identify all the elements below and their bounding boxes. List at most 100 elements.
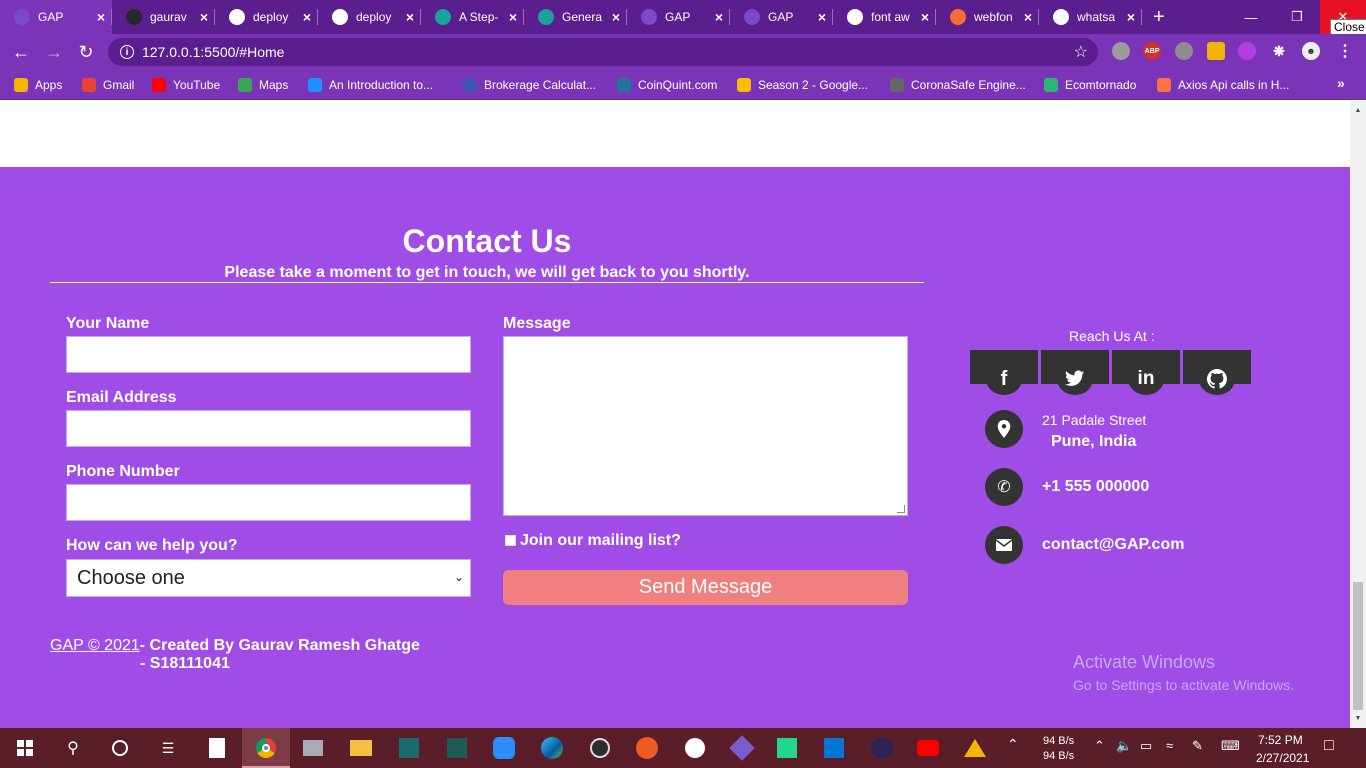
resize-handle-icon[interactable] xyxy=(897,505,905,513)
scrollbar-thumb[interactable] xyxy=(1353,582,1363,710)
bookmark-item[interactable]: Apps xyxy=(14,77,62,93)
task-view-icon[interactable]: ☰ xyxy=(157,737,179,759)
keyboard-icon[interactable]: ⌨ xyxy=(1221,738,1240,754)
bookmark-item[interactable]: Maps xyxy=(238,77,288,93)
notifications-icon[interactable]: □ xyxy=(1324,737,1334,755)
film-app-icon[interactable] xyxy=(398,737,420,759)
eclipse-icon[interactable] xyxy=(871,737,893,759)
address-bar[interactable]: i 127.0.0.1:5500/#Home ☆ xyxy=(108,38,1098,66)
back-button[interactable]: ← xyxy=(9,40,33,64)
edge-icon[interactable] xyxy=(541,737,563,759)
clock-time[interactable]: 7:52 PM xyxy=(1258,733,1303,747)
git-app-icon[interactable] xyxy=(446,737,468,759)
scroll-down-arrow-icon[interactable]: ▼ xyxy=(1353,715,1363,722)
tab-close-icon[interactable]: × xyxy=(1017,9,1039,25)
vscode-icon[interactable] xyxy=(823,737,845,759)
adblock-extension-icon[interactable]: ABP xyxy=(1143,42,1161,60)
obs-icon[interactable] xyxy=(589,737,611,759)
help-select[interactable]: Choose one ⌄ xyxy=(66,559,471,597)
message-textarea[interactable] xyxy=(503,336,908,516)
twitter-icon[interactable] xyxy=(1057,363,1093,395)
bookmark-item[interactable]: Ecomtornado xyxy=(1044,77,1136,93)
minimize-button[interactable]: — xyxy=(1228,0,1274,34)
extensions-puzzle-icon[interactable]: ❋ xyxy=(1270,42,1288,60)
tab-close-icon[interactable]: × xyxy=(399,9,421,25)
zoom-icon[interactable] xyxy=(493,737,515,759)
tray-overflow-icon[interactable]: ⌃ xyxy=(1094,738,1105,754)
pen-icon[interactable]: ✎ xyxy=(1192,738,1203,754)
wordpress-app-icon[interactable] xyxy=(684,737,706,759)
tab-close-icon[interactable]: × xyxy=(193,9,215,25)
notepad-icon[interactable] xyxy=(206,737,228,759)
site-info-icon[interactable]: i xyxy=(120,45,134,59)
tab-close-icon[interactable]: × xyxy=(296,9,318,25)
chrome-icon[interactable] xyxy=(255,737,277,759)
footer-copyright-link[interactable]: GAP © 2021 xyxy=(50,637,140,654)
shield-extension-icon[interactable] xyxy=(1207,42,1225,60)
media-app-icon[interactable] xyxy=(302,737,324,759)
browser-tab[interactable]: whatsa × xyxy=(1039,0,1142,34)
browser-tab[interactable]: GAP × xyxy=(730,0,833,34)
bookmark-item[interactable]: YouTube xyxy=(152,77,220,93)
cortana-icon[interactable] xyxy=(109,737,131,759)
tab-close-icon[interactable]: × xyxy=(914,9,936,25)
tab-close-icon[interactable]: × xyxy=(605,9,627,25)
bookmark-item[interactable]: Axios Api calls in H... xyxy=(1157,77,1289,93)
clock-date[interactable]: 2/27/2021 xyxy=(1256,751,1309,765)
battery-icon[interactable]: ▭ xyxy=(1140,738,1152,754)
browser-tab[interactable]: A Step- × xyxy=(421,0,524,34)
browser-tab[interactable]: font aw × xyxy=(833,0,936,34)
bookmark-item[interactable]: CoinQuint.com xyxy=(617,77,717,93)
scroll-up-arrow-icon[interactable]: ▲ xyxy=(1353,107,1363,114)
mailing-list-checkbox[interactable] xyxy=(505,535,516,546)
profile-avatar[interactable]: ☻ xyxy=(1302,42,1320,60)
browser-tab[interactable]: GAP × xyxy=(627,0,730,34)
bookmark-item[interactable]: CoronaSafe Engine... xyxy=(890,77,1026,93)
phone-input[interactable] xyxy=(66,484,471,521)
browser-tab[interactable]: deploy × xyxy=(318,0,421,34)
bookmark-item[interactable]: Gmail xyxy=(82,77,134,93)
facebook-icon[interactable]: f xyxy=(986,363,1022,395)
new-tab-button[interactable]: + xyxy=(1153,6,1165,29)
bookmark-item[interactable]: An Introduction to... xyxy=(308,77,433,93)
bookmark-item[interactable]: Season 2 - Google... xyxy=(737,77,868,93)
search-icon[interactable]: ⚲ xyxy=(62,737,84,759)
youtube-app-icon[interactable] xyxy=(917,737,939,759)
browser-tab[interactable]: Genera × xyxy=(524,0,627,34)
tab-close-icon[interactable]: × xyxy=(1120,9,1142,25)
headphones-extension-icon[interactable] xyxy=(1238,42,1256,60)
forward-button[interactable]: → xyxy=(42,40,66,64)
postman-icon[interactable] xyxy=(636,737,658,759)
tab-title: gaurav xyxy=(150,10,187,24)
bookmark-item[interactable]: Brokerage Calculat... xyxy=(463,77,596,93)
browser-tab[interactable]: GAP × xyxy=(0,0,112,34)
tab-close-icon[interactable]: × xyxy=(502,9,524,25)
reload-button[interactable]: ↻ xyxy=(74,40,98,64)
menu-kebab-icon[interactable]: ⋮ xyxy=(1336,42,1354,60)
pycharm-icon[interactable] xyxy=(776,737,798,759)
github-icon[interactable] xyxy=(1199,363,1235,395)
tab-close-icon[interactable]: × xyxy=(90,9,112,25)
linkedin-icon[interactable]: in xyxy=(1128,363,1164,395)
chevron-up-icon[interactable]: ⌃ xyxy=(1007,736,1019,753)
cloud-extension-icon[interactable] xyxy=(1175,42,1193,60)
volume-icon[interactable]: 🔈 xyxy=(1116,738,1132,754)
wifi-icon[interactable]: ≈ xyxy=(1166,738,1173,753)
location-extension-icon[interactable] xyxy=(1112,42,1130,60)
browser-tab[interactable]: webfon × xyxy=(936,0,1039,34)
bookmarks-overflow-icon[interactable]: » xyxy=(1337,75,1345,91)
windows-start-icon[interactable] xyxy=(14,737,36,759)
tab-close-icon[interactable]: × xyxy=(708,9,730,25)
bookmark-star-icon[interactable]: ☆ xyxy=(1074,42,1088,62)
sourcetree-icon[interactable] xyxy=(729,735,755,761)
email-input[interactable] xyxy=(66,410,471,447)
google-drive-icon[interactable] xyxy=(964,737,986,759)
send-message-button[interactable]: Send Message xyxy=(503,570,908,605)
tab-close-icon[interactable]: × xyxy=(811,9,833,25)
maximize-button[interactable]: ❐ xyxy=(1274,0,1320,34)
bookmark-label: Maps xyxy=(259,78,289,92)
browser-tab[interactable]: deploy × xyxy=(215,0,318,34)
file-explorer-icon[interactable] xyxy=(350,737,372,759)
name-input[interactable] xyxy=(66,336,471,373)
browser-tab[interactable]: gaurav × xyxy=(112,0,215,34)
